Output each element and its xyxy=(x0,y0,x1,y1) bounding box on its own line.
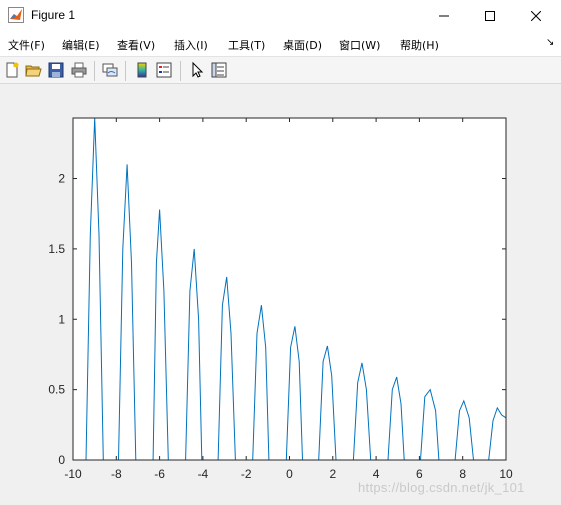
axes-background xyxy=(73,118,506,460)
maximize-icon xyxy=(485,11,495,21)
minimize-button[interactable] xyxy=(421,0,467,32)
edit-plot-arrow-icon[interactable] xyxy=(188,61,206,79)
x-tick-label: 8 xyxy=(459,467,466,481)
save-icon[interactable] xyxy=(47,61,65,79)
insert-colorbar-icon[interactable] xyxy=(133,61,151,79)
y-tick-label: 1.5 xyxy=(48,242,65,256)
toolbar-separator xyxy=(94,61,95,81)
toolbar-separator xyxy=(180,61,181,81)
y-tick-label: 0.5 xyxy=(48,383,65,397)
title-bar: Figure 1 xyxy=(0,0,561,32)
menu-desktop[interactable]: 桌面(D) xyxy=(283,37,322,53)
x-tick-label: -10 xyxy=(64,467,82,481)
x-tick-label: -8 xyxy=(111,467,122,481)
menu-tools[interactable]: 工具(T) xyxy=(228,37,265,53)
open-file-icon[interactable] xyxy=(24,61,42,79)
y-tick-label: 0 xyxy=(58,453,65,467)
menu-bar: 文件(F) 编辑(E) 查看(V) 插入(I) 工具(T) 桌面(D) 窗口(W… xyxy=(0,32,561,56)
menu-view[interactable]: 查看(V) xyxy=(117,37,155,53)
watermark-text: https://blog.csdn.net/jk_101 xyxy=(358,480,525,495)
x-tick-label: 2 xyxy=(329,467,336,481)
x-tick-label: 10 xyxy=(499,467,513,481)
dock-arrow-icon[interactable]: ↘ xyxy=(546,37,554,48)
link-plot-icon[interactable] xyxy=(101,61,119,79)
x-tick-label: -6 xyxy=(154,467,165,481)
print-icon[interactable] xyxy=(70,61,88,79)
line-chart[interactable]: -10 -8 -6 -4 -2 0 2 4 6 8 10 0 0.5 1 1.5 2 xyxy=(0,84,561,505)
menu-help[interactable]: 帮助(H) xyxy=(400,37,439,53)
menu-insert[interactable]: 插入(I) xyxy=(174,37,208,53)
y-tick-label: 1 xyxy=(58,312,65,326)
x-tick-label: 4 xyxy=(373,467,380,481)
close-button[interactable] xyxy=(513,0,559,32)
new-figure-icon[interactable] xyxy=(3,61,21,79)
menu-edit[interactable]: 编辑(E) xyxy=(62,37,100,53)
property-inspector-icon[interactable] xyxy=(210,61,228,79)
x-tick-label: 6 xyxy=(416,467,423,481)
x-tick-label: 0 xyxy=(286,467,293,481)
toolbar xyxy=(0,56,561,84)
matlab-logo-icon xyxy=(8,7,24,23)
maximize-button[interactable] xyxy=(467,0,513,32)
window-title: Figure 1 xyxy=(31,8,76,22)
toolbar-separator xyxy=(125,61,126,81)
close-icon xyxy=(531,11,541,21)
insert-legend-icon[interactable] xyxy=(155,61,173,79)
x-tick-label: -2 xyxy=(241,467,252,481)
menu-window[interactable]: 窗口(W) xyxy=(339,37,380,53)
y-tick-label: 2 xyxy=(58,172,65,186)
minimize-icon xyxy=(439,15,449,17)
x-tick-label: -4 xyxy=(198,467,209,481)
figure-canvas[interactable]: -10 -8 -6 -4 -2 0 2 4 6 8 10 0 0.5 1 1.5 2 https://blog… xyxy=(0,84,561,505)
menu-file[interactable]: 文件(F) xyxy=(8,37,45,53)
